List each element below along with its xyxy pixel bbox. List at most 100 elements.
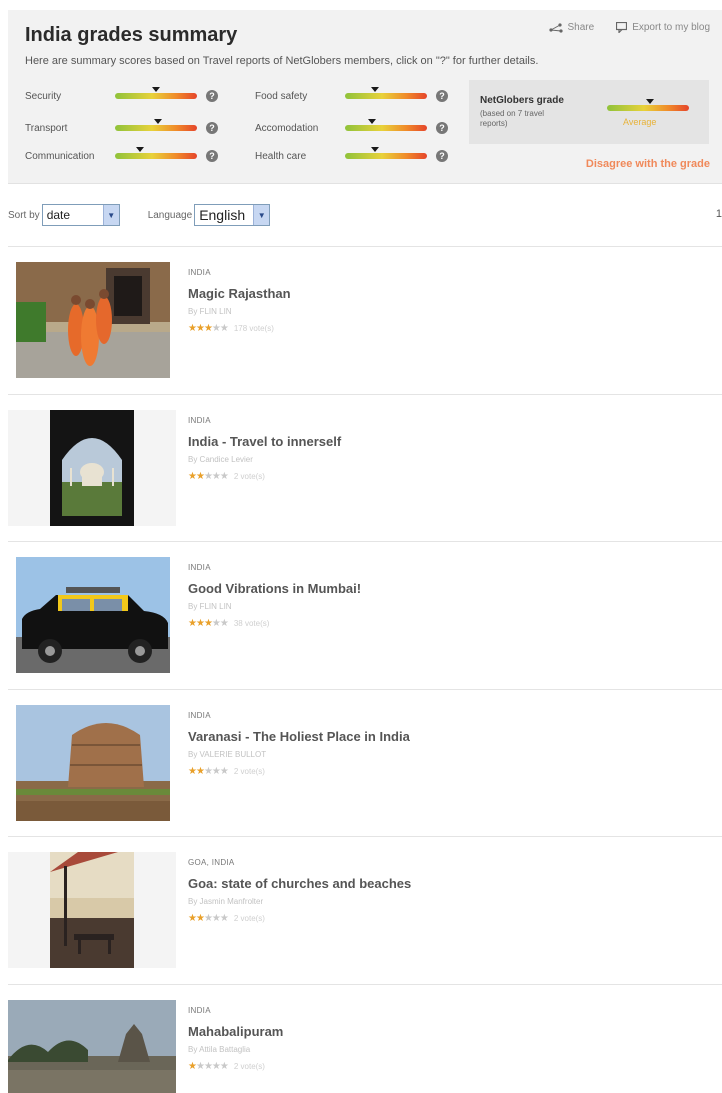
report-location: India	[188, 1006, 211, 1015]
share-button[interactable]: Share	[548, 22, 595, 33]
grade-bar	[115, 147, 197, 159]
pagination-glyph: 1	[715, 208, 722, 220]
grade-row-communication: Communication ?	[25, 147, 218, 164]
help-question-button[interactable]: ?	[206, 150, 218, 162]
grade-label: Security	[25, 90, 62, 102]
report-votes: 2 vote(s)	[233, 767, 265, 776]
grade-row-health-care: Health care ?	[255, 147, 448, 164]
help-question-button[interactable]: ?	[206, 122, 218, 134]
report-title-link[interactable]: Goa: state of churches and beaches	[188, 876, 411, 891]
star-rating-icon: ★★★★★	[188, 323, 229, 334]
report-location: India	[188, 416, 211, 425]
grade-pointer	[153, 119, 162, 124]
divider	[8, 541, 722, 542]
summary-description: Here are summary scores based on Travel …	[25, 55, 539, 67]
language-select[interactable]: English ▼	[194, 204, 271, 226]
report-item-mahabalipuram: India Mahabalipuram By Attila Battaglia …	[8, 1000, 722, 1093]
grade-pointer	[152, 87, 160, 92]
disagree-with-grade-link[interactable]: Disagree with the grade	[586, 158, 710, 170]
report-meta: India Magic Rajasthan By FLIN LIN ★★★★★ …	[188, 268, 291, 334]
report-votes: 2 vote(s)	[233, 914, 265, 923]
grade-row-food-safety: Food safety ?	[255, 87, 448, 104]
report-author: By Jasmin Manfrolter	[188, 897, 264, 906]
report-rating: ★★★★★ 2 vote(s)	[188, 471, 341, 482]
report-thumbnail[interactable]	[8, 852, 176, 968]
star-rating-icon: ★★★★★	[188, 618, 229, 629]
sort-by-select[interactable]: date ▼	[41, 204, 120, 226]
report-meta: India Good Vibrations in Mumbai! By FLIN…	[188, 563, 361, 629]
report-thumbnail[interactable]	[16, 557, 170, 673]
report-rating: ★★★★★ 178 vote(s)	[188, 323, 291, 334]
sort-by-value: date	[46, 208, 71, 222]
help-question-button[interactable]: ?	[436, 90, 448, 102]
report-title-link[interactable]: India - Travel to innerself	[188, 434, 341, 449]
grade-bar	[345, 119, 427, 131]
netglobers-grade-value: Average	[623, 117, 657, 127]
netglobers-grade-box: NetGlobers grade (based on 7 travel repo…	[469, 80, 709, 144]
report-item-goa: Goa, India Goa: state of churches and be…	[8, 852, 722, 980]
report-meta: India Mahabalipuram By Attila Battaglia …	[188, 1006, 283, 1072]
report-title-link[interactable]: Varanasi - The Holiest Place in India	[188, 729, 410, 744]
report-item-travel-to-innerself: India India - Travel to innerself By Can…	[8, 410, 722, 538]
report-thumbnail[interactable]	[16, 262, 170, 378]
report-location: India	[188, 711, 211, 720]
report-author: By Candice Levier	[188, 455, 253, 464]
report-author: By FLIN LIN	[188, 602, 232, 611]
help-question-button[interactable]: ?	[436, 150, 448, 162]
report-thumbnail[interactable]	[8, 1000, 176, 1093]
grade-label: Accomodation	[255, 122, 319, 134]
help-question-button[interactable]: ?	[206, 90, 218, 102]
report-votes: 2 vote(s)	[233, 472, 265, 481]
grade-bar	[345, 87, 427, 99]
report-location: India	[188, 268, 211, 277]
chevron-down-icon: ▼	[253, 205, 270, 225]
report-title-link[interactable]: Mahabalipuram	[188, 1024, 283, 1039]
chevron-down-icon: ▼	[102, 205, 119, 225]
report-title-link[interactable]: Magic Rajasthan	[188, 286, 291, 301]
report-votes: 178 vote(s)	[233, 324, 274, 333]
report-item-good-vibrations-mumbai: India Good Vibrations in Mumbai! By FLIN…	[8, 557, 722, 685]
language-label: Language	[147, 209, 193, 221]
grade-label: Communication	[25, 150, 95, 162]
grade-pointer	[368, 119, 377, 124]
divider	[8, 984, 722, 985]
report-location: India	[188, 563, 211, 572]
report-rating: ★★★★★ 38 vote(s)	[188, 618, 361, 629]
top-actions: Share Export to my blog	[548, 22, 710, 33]
grade-pointer	[645, 99, 654, 104]
report-thumbnail[interactable]	[16, 705, 170, 821]
divider	[8, 836, 722, 837]
grade-bar	[345, 147, 427, 159]
report-author: By FLIN LIN	[188, 307, 232, 316]
report-title-link[interactable]: Good Vibrations in Mumbai!	[188, 581, 361, 596]
report-thumbnail[interactable]	[8, 410, 176, 526]
grade-pointer	[370, 87, 379, 92]
report-rating: ★★★★★ 2 vote(s)	[188, 1061, 283, 1072]
report-author: By VALERIE BULLOT	[188, 750, 267, 759]
report-item-varanasi: India Varanasi - The Holiest Place in In…	[8, 705, 722, 833]
share-label: Share	[567, 22, 595, 33]
report-meta: India India - Travel to innerself By Can…	[188, 416, 341, 482]
language-value: English	[199, 207, 246, 223]
grade-label: Health care	[255, 150, 307, 162]
star-rating-icon: ★★★★★	[188, 913, 229, 924]
comment-icon	[616, 22, 628, 33]
sort-by-label: Sort by	[8, 209, 40, 221]
divider	[8, 689, 722, 690]
grade-bar	[115, 119, 197, 131]
help-question-button[interactable]: ?	[436, 122, 448, 134]
report-author: By Attila Battaglia	[188, 1045, 251, 1054]
report-votes: 2 vote(s)	[233, 1062, 265, 1071]
report-meta: India Varanasi - The Holiest Place in In…	[188, 711, 410, 777]
sort-bar: Sort by date ▼ Language English ▼	[8, 204, 271, 226]
grade-bar	[115, 87, 197, 99]
report-rating: ★★★★★ 2 vote(s)	[188, 766, 410, 777]
netglobers-grade-title: NetGlobers grade	[480, 95, 564, 106]
grade-label: Food safety	[255, 90, 308, 102]
grade-row-transport: Transport ?	[25, 119, 218, 136]
grade-pointer	[370, 147, 379, 152]
grade-row-security: Security ?	[25, 87, 218, 104]
grade-label: Transport	[25, 122, 68, 134]
export-to-blog-button[interactable]: Export to my blog	[616, 22, 710, 33]
summary-title: India grades summary	[25, 24, 238, 46]
